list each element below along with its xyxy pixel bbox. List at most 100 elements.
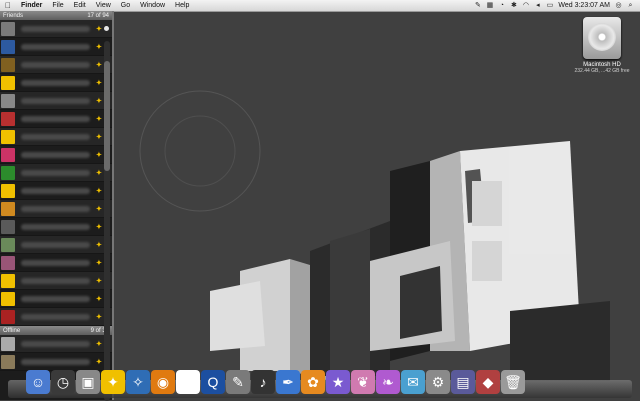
buddy-name-blurred [21, 25, 90, 32]
menu-edit[interactable]: Edit [69, 0, 91, 11]
menu-file[interactable]: File [47, 0, 68, 11]
dock: ☺ ◷ ▣ ✦ ✧ ◉ 2 Q ✎ ♪ ✒ ✿ ★ ❦ ❧ ✉ ⚙ ▤ ◆ 🗑 [8, 362, 632, 398]
menu-finder[interactable]: Finder [16, 0, 47, 11]
aim-runner-icon: ✦ [96, 61, 102, 69]
buddy-avatar [1, 291, 15, 306]
mail-icon[interactable]: ✉ [401, 370, 425, 394]
system-preferences-icon[interactable]: ⚙ [426, 370, 450, 394]
buddy-row[interactable]: ✦ [0, 56, 112, 74]
buddy-name-blurred [21, 259, 90, 266]
buddy-row[interactable]: ✦ [0, 74, 112, 92]
buddy-row[interactable]: ✦ [0, 146, 112, 164]
fast-user-icon[interactable]: ◎ [615, 2, 622, 9]
feather-icon[interactable]: ✒ [276, 370, 300, 394]
firefox-icon[interactable]: ◉ [151, 370, 175, 394]
bluetooth-icon[interactable]: ✱ [510, 2, 517, 9]
battery-icon[interactable]: ▭ [546, 2, 554, 9]
apple-menu-icon[interactable]:  [0, 1, 16, 10]
preview-icon[interactable]: ▣ [76, 370, 100, 394]
ical-icon[interactable]: 2 [176, 370, 200, 394]
buddy-avatar [1, 57, 15, 72]
applications-stack-icon[interactable]: ◆ [476, 370, 500, 394]
aim-icon[interactable]: ✦ [101, 370, 125, 394]
aim-runner-icon: ✦ [96, 313, 102, 321]
butterfly-icon[interactable]: ❦ [351, 370, 375, 394]
spotlight-icon[interactable]: ⌕ [627, 2, 634, 9]
buddy-row[interactable]: ✦ [0, 218, 112, 236]
buddy-row[interactable]: ✦ [0, 182, 112, 200]
volume-icon[interactable]: ◂ [534, 2, 541, 9]
buddy-row[interactable]: ✦ [0, 236, 112, 254]
menu-go[interactable]: Go [116, 0, 135, 11]
buddy-row[interactable]: ✦ [0, 272, 112, 290]
buddy-row[interactable]: ✦ [0, 110, 112, 128]
aim-runner-icon: ✦ [96, 115, 102, 123]
aim-runner-icon: ✦ [96, 223, 102, 231]
menu-extras: ✎ ▦ ◔ ✱ ◠ ◂ ▭ Wed 3:23:07 AM ◎ ⌕ [474, 0, 634, 11]
buddy-row[interactable]: ✦ [0, 38, 112, 56]
photo-booth-icon[interactable]: ✎ [226, 370, 250, 394]
wifi-icon[interactable]: ◠ [522, 2, 529, 9]
menu-clock[interactable]: Wed 3:23:07 AM [558, 2, 610, 9]
buddy-name-blurred [21, 169, 90, 176]
itunes-icon[interactable]: ♪ [251, 370, 275, 394]
buddy-name-blurred [21, 187, 90, 194]
buddy-name-blurred [21, 313, 90, 320]
drive-info: 232.44 GB, ...42 GB free [574, 68, 630, 74]
buddy-name-blurred [21, 133, 90, 140]
buddy-avatar [1, 201, 15, 216]
buddy-avatar [1, 39, 15, 54]
buddy-row[interactable]: ✦ [0, 92, 112, 110]
macintosh-hd-icon[interactable]: Macintosh HD 232.44 GB, ...42 GB free [572, 17, 632, 74]
flower-icon[interactable]: ✿ [301, 370, 325, 394]
buddy-avatar [1, 255, 15, 270]
buddy-row[interactable]: ✦ [0, 200, 112, 218]
buddy-list-window: Friends 17 of 94 ✦ ✦ ✦ ✦ ✦ ✦ ✦ ✦ ✦ ✦ ✦ ✦ ✦ ✦ ✦ ✦ ✦ Offli… [0, 11, 114, 401]
finder-icon[interactable]: ☺ [26, 370, 50, 394]
group-header-offline[interactable]: Offline 9 of 36 [0, 326, 112, 335]
aim-runner-icon: ✦ [96, 340, 102, 348]
buddy-name-blurred [21, 205, 90, 212]
hard-drive-icon[interactable] [583, 17, 621, 59]
script-menu-icon[interactable]: ✎ [474, 2, 481, 9]
menu-window[interactable]: Window [135, 0, 170, 11]
scroll-thumb[interactable] [104, 61, 110, 171]
buddy-row[interactable]: ✦ [0, 290, 112, 308]
group-header-friends[interactable]: Friends 17 of 94 [0, 11, 112, 20]
spaces-icon[interactable]: ▦ [486, 2, 494, 9]
buddy-list-scrollbar[interactable] [104, 41, 110, 401]
aim-runner-icon: ✦ [96, 295, 102, 303]
buddy-avatar [1, 129, 15, 144]
star-icon[interactable]: ★ [326, 370, 350, 394]
buddy-name-blurred [21, 340, 90, 347]
buddy-row[interactable]: ✦ [0, 128, 112, 146]
aim-runner-icon: ✦ [96, 25, 102, 33]
aim-runner-icon: ✦ [96, 169, 102, 177]
buddy-avatar [1, 219, 15, 234]
menu-view[interactable]: View [91, 0, 116, 11]
buddy-avatar [1, 183, 15, 198]
buddy-name-blurred [21, 295, 90, 302]
buddy-name-blurred [21, 115, 90, 122]
buddy-row[interactable]: ✦ [0, 308, 112, 326]
buddy-row[interactable]: ✦ [0, 20, 112, 38]
aim-runner-icon: ✦ [96, 151, 102, 159]
timemachine-icon[interactable]: ◔ [498, 2, 505, 9]
aim-runner-icon: ✦ [96, 43, 102, 51]
aim-runner-icon: ✦ [96, 241, 102, 249]
quicktime-icon[interactable]: Q [201, 370, 225, 394]
buddy-row[interactable]: ✦ [0, 335, 112, 353]
safari-icon[interactable]: ✧ [126, 370, 150, 394]
trash-icon[interactable]: 🗑 [501, 370, 525, 394]
buddy-name-blurred [21, 97, 90, 104]
menu-help[interactable]: Help [170, 0, 194, 11]
buddy-avatar [1, 93, 15, 108]
buddy-row[interactable]: ✦ [0, 164, 112, 182]
butterfly2-icon[interactable]: ❧ [376, 370, 400, 394]
documents-stack-icon[interactable]: ▤ [451, 370, 475, 394]
dashboard-icon[interactable]: ◷ [51, 370, 75, 394]
buddy-name-blurred [21, 277, 90, 284]
buddy-row[interactable]: ✦ [0, 254, 112, 272]
status-dot-icon [104, 26, 109, 31]
wallpaper-swirl [139, 90, 261, 212]
